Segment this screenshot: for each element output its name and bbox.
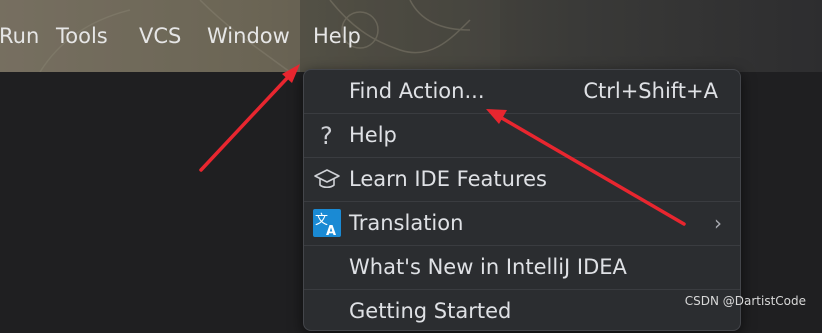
help-label: Help (349, 123, 397, 147)
menu-run[interactable]: Run (0, 22, 39, 50)
svg-text:?: ? (320, 122, 333, 149)
menu-tools[interactable]: Tools (56, 22, 108, 50)
menu-help[interactable]: Help (313, 22, 361, 50)
annotation-arrow-to-help (199, 73, 292, 172)
whats-new-label: What's New in IntelliJ IDEA (349, 255, 627, 279)
watermark-text: CSDN @DartistCode (684, 294, 806, 308)
help-dropdown-menu: Find Action... Ctrl+Shift+A ? Help Learn… (303, 69, 741, 331)
getting-started-label: Getting Started (349, 299, 512, 323)
translate-icon: 文 A (313, 209, 341, 237)
menu-help-label: Help (313, 24, 361, 48)
menu-item-find-action[interactable]: Find Action... Ctrl+Shift+A (304, 70, 740, 113)
menu-run-label: Run (0, 24, 40, 48)
menu-bar: Run Tools VCS Window Help (0, 0, 822, 72)
menu-item-learn-ide-features[interactable]: Learn IDE Features (304, 158, 740, 201)
question-mark-icon: ? (320, 122, 333, 149)
menu-item-translation[interactable]: 文 A Translation › (304, 202, 740, 245)
find-action-label: Find Action... (349, 79, 485, 103)
menu-vcs[interactable]: VCS (139, 22, 181, 50)
svg-text:A: A (326, 224, 336, 237)
menu-item-whats-new[interactable]: What's New in IntelliJ IDEA (304, 246, 740, 289)
menu-vcs-label: VCS (139, 24, 182, 48)
find-action-shortcut: Ctrl+Shift+A (583, 79, 718, 103)
chevron-right-icon: › (714, 211, 722, 235)
translation-label: Translation (349, 211, 464, 235)
menu-window[interactable]: Window (207, 22, 290, 50)
learn-ide-features-label: Learn IDE Features (349, 167, 547, 191)
menu-window-label: Window (207, 24, 290, 48)
menu-item-getting-started[interactable]: Getting Started (304, 290, 740, 333)
graduation-cap-icon (314, 169, 340, 189)
menu-item-help[interactable]: ? Help (304, 114, 740, 157)
menu-tools-label: Tools (56, 24, 108, 48)
